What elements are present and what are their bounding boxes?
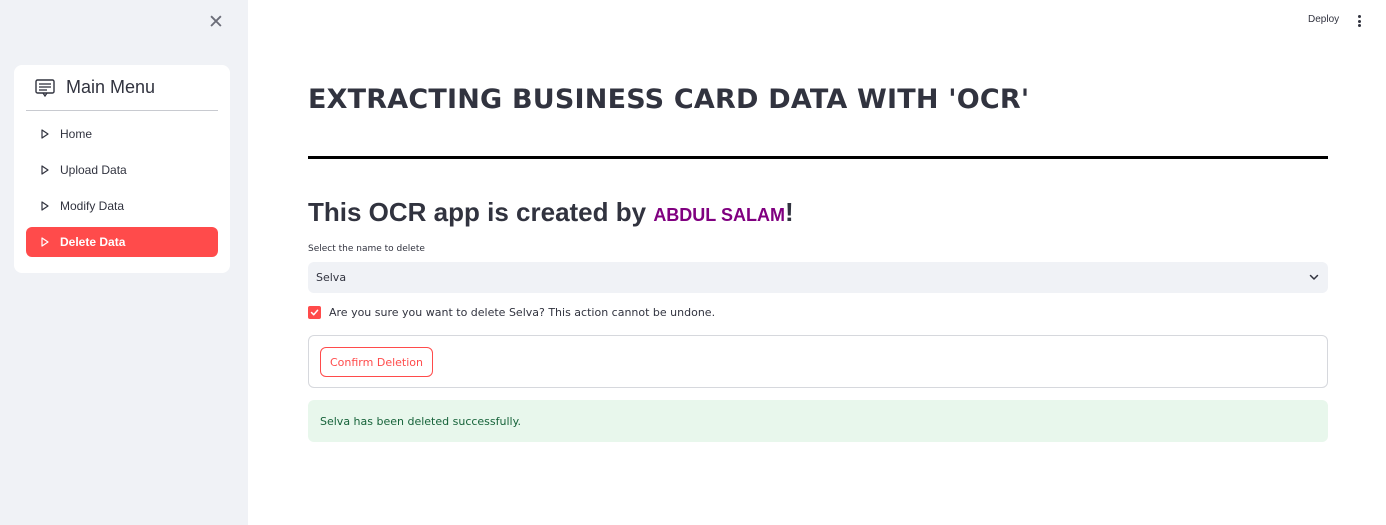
menu-item-modify-data[interactable]: Modify Data (26, 191, 218, 221)
subtitle-prefix: This OCR app is created by (308, 197, 654, 227)
menu-item-label: Home (60, 127, 93, 141)
author-name: ABDUL SALAM (653, 205, 785, 225)
menu-item-home[interactable]: Home (26, 119, 218, 149)
sidebar: ✕ Main Menu Home Upload Data Modify Data… (0, 0, 248, 525)
menu-item-label: Modify Data (60, 199, 125, 213)
checkmark-icon (310, 309, 319, 316)
name-select-value: Selva (316, 271, 347, 284)
play-outline-icon (38, 163, 52, 177)
page-title: EXTRACTING BUSINESS CARD DATA WITH 'OCR' (308, 84, 1030, 115)
success-message: Selva has been deleted successfully. (320, 414, 522, 428)
select-name-label: Select the name to delete (308, 244, 425, 254)
delete-form: Confirm Deletion (308, 335, 1328, 388)
kebab-dot (1357, 15, 1361, 18)
confirm-checkbox-row[interactable]: Are you sure you want to delete Selva? T… (308, 306, 715, 319)
menu-item-label: Delete Data (60, 235, 126, 249)
menu-item-delete-data[interactable]: Delete Data (26, 227, 218, 257)
top-bar (248, 0, 1386, 40)
menu-list: Home Upload Data Modify Data Delete Data (26, 119, 218, 257)
menu-item-label: Upload Data (60, 163, 127, 177)
confirm-deletion-button[interactable]: Confirm Deletion (320, 347, 433, 377)
play-outline-icon (38, 127, 52, 141)
kebab-dot (1357, 19, 1361, 23)
menu-card-icon (34, 77, 56, 99)
play-outline-icon (38, 199, 52, 213)
play-outline-icon (38, 235, 52, 249)
kebab-menu-icon[interactable] (1352, 14, 1366, 28)
main-menu-header: Main Menu (26, 65, 218, 111)
main-menu: Main Menu Home Upload Data Modify Data D… (14, 65, 230, 273)
confirm-checkbox-label: Are you sure you want to delete Selva? T… (329, 306, 716, 319)
title-divider (308, 156, 1328, 159)
success-alert: Selva has been deleted successfully. (308, 400, 1328, 442)
chevron-down-icon (1309, 274, 1319, 280)
deploy-button[interactable]: Deploy (1308, 14, 1339, 25)
subtitle-suffix: ! (784, 197, 794, 227)
app-subtitle: This OCR app is created by ABDUL SALAM! (308, 197, 794, 228)
name-select[interactable]: Selva (308, 262, 1328, 293)
kebab-dot (1357, 24, 1361, 27)
close-sidebar-icon[interactable]: ✕ (206, 12, 226, 32)
main-menu-title: Main Menu (66, 77, 156, 97)
confirm-checkbox[interactable] (308, 306, 321, 319)
menu-item-upload-data[interactable]: Upload Data (26, 155, 218, 185)
